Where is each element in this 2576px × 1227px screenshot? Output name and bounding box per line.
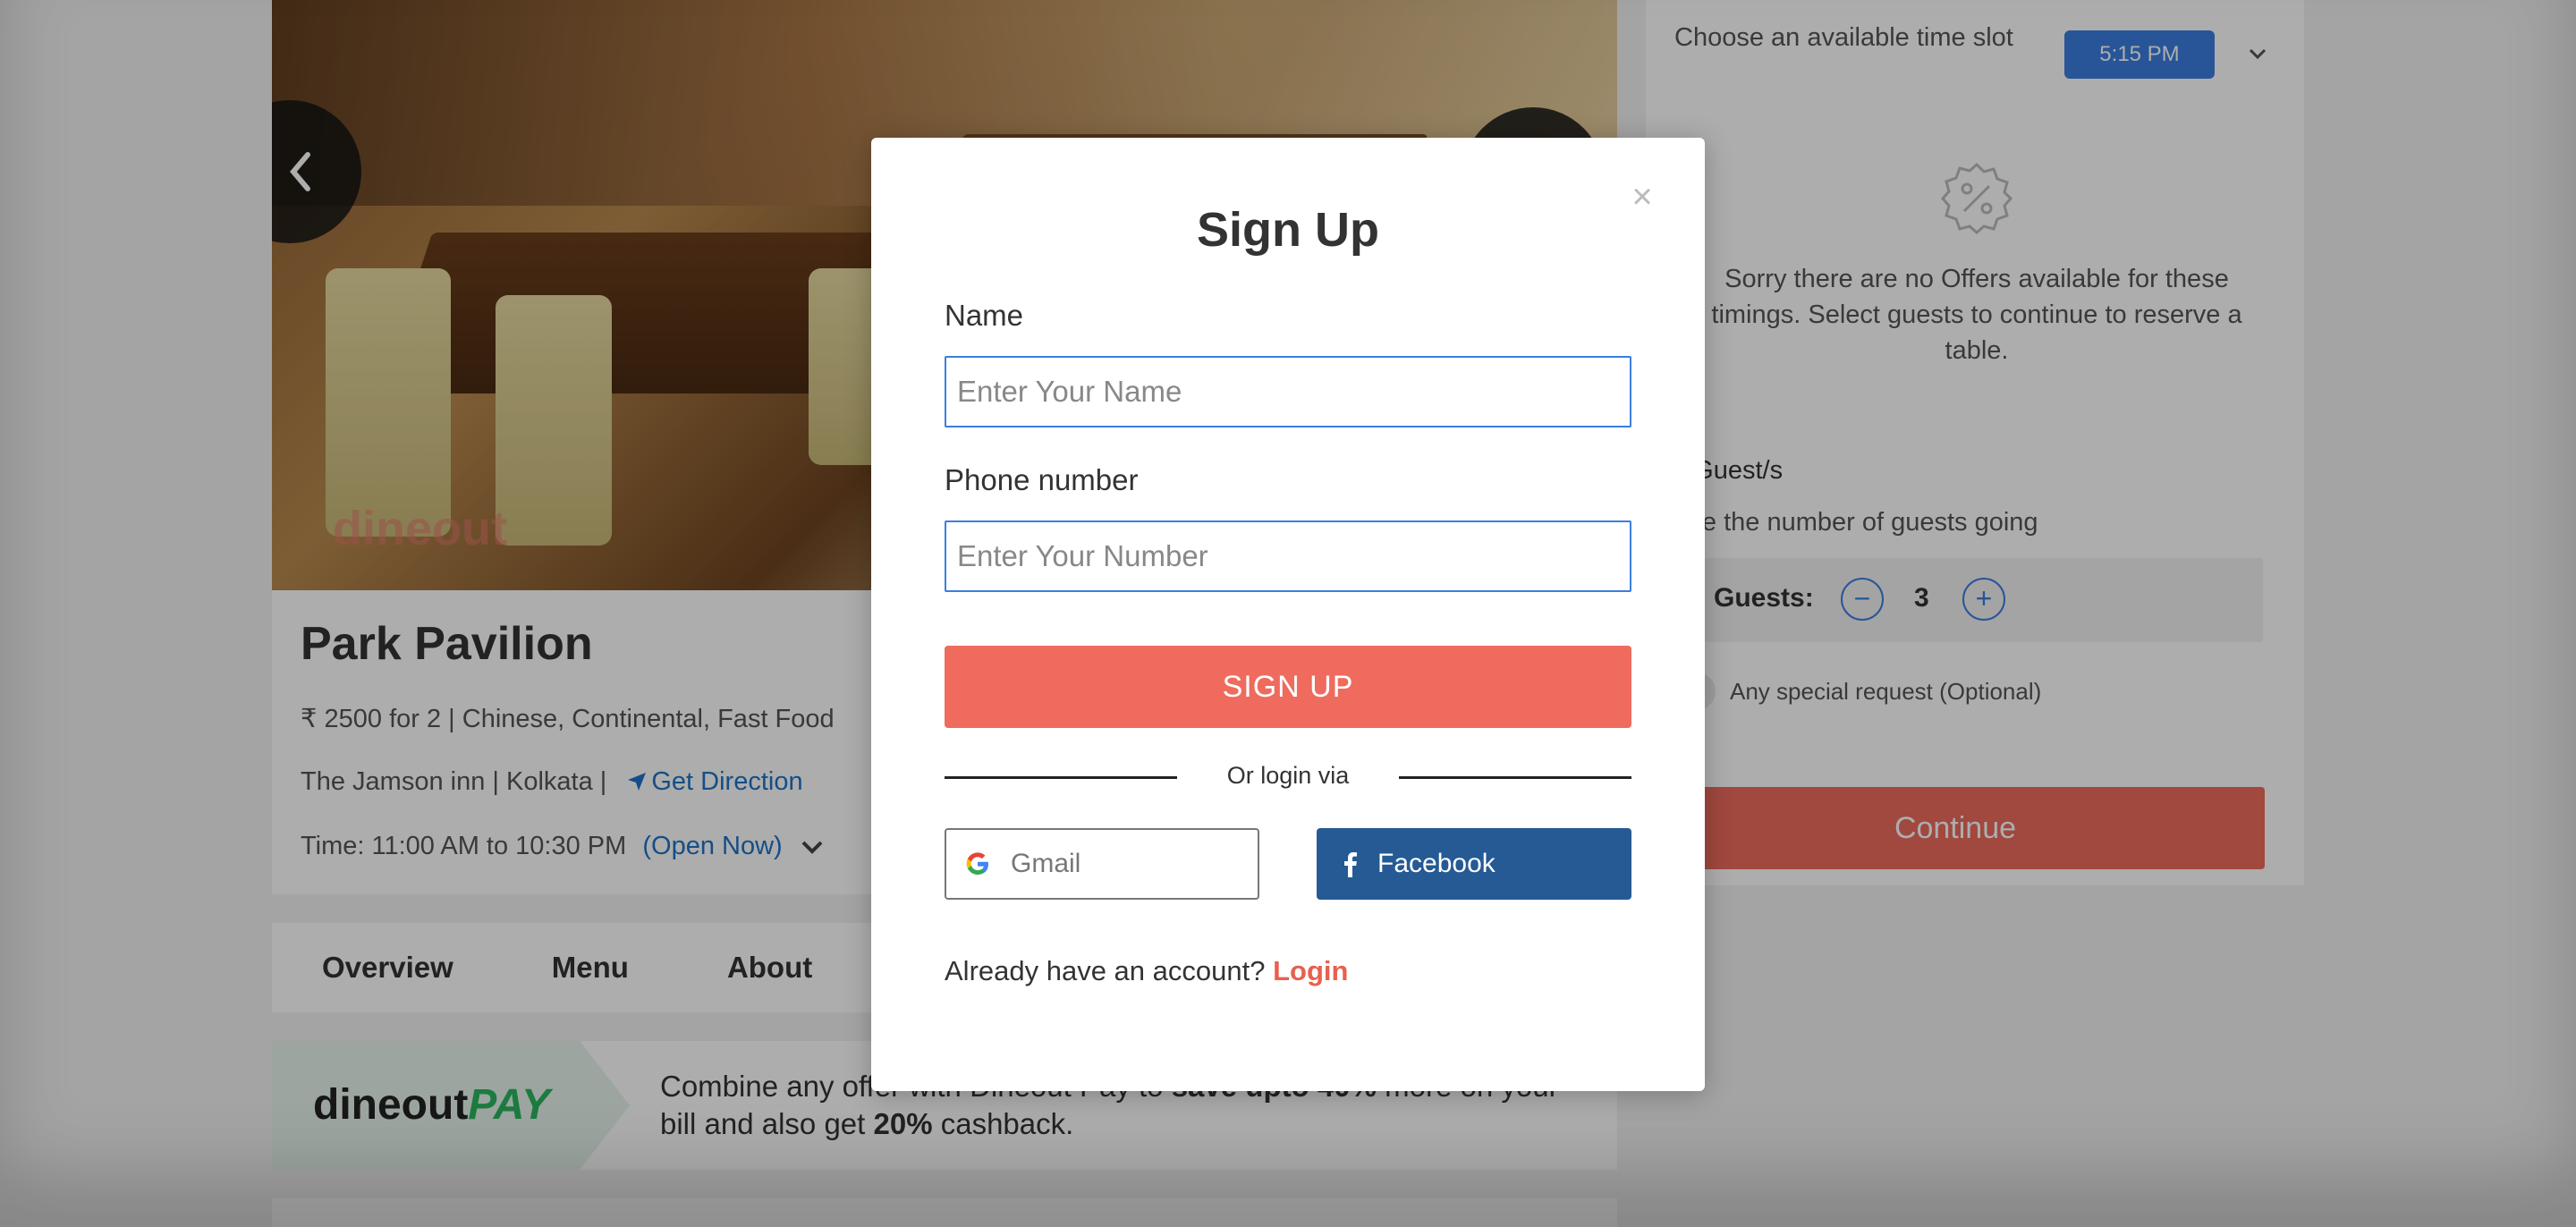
already-have-account: Already have an account? Login xyxy=(945,955,1348,987)
login-link[interactable]: Login xyxy=(1273,955,1348,986)
restaurant-page: dineout Park Pavilion ₹ 2500 for 2 | Chi… xyxy=(0,0,2576,1227)
modal-title: Sign Up xyxy=(1197,203,1379,257)
gmail-label: Gmail xyxy=(1011,849,1081,878)
google-icon xyxy=(964,850,991,877)
name-label: Name xyxy=(945,299,1024,332)
signup-modal: × Sign Up Name Phone number SIGN UP Or l… xyxy=(871,138,1705,1091)
name-field[interactable] xyxy=(945,356,1631,427)
facebook-login-button[interactable]: Facebook xyxy=(1317,828,1631,900)
gmail-login-button[interactable]: Gmail xyxy=(945,828,1259,900)
phone-field[interactable] xyxy=(945,520,1631,592)
divider-right xyxy=(1399,776,1631,779)
phone-label: Phone number xyxy=(945,463,1139,496)
facebook-label: Facebook xyxy=(1377,849,1496,878)
account-text: Already have an account? xyxy=(945,955,1274,986)
facebook-icon xyxy=(1342,850,1358,877)
signup-button[interactable]: SIGN UP xyxy=(945,646,1631,728)
